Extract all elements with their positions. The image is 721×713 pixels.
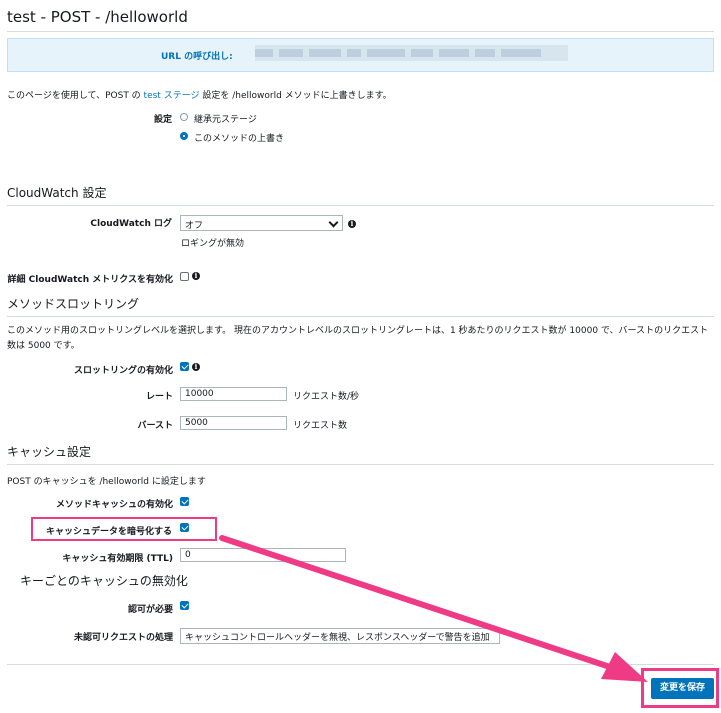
annotation-arrow [219, 535, 648, 682]
arrow-shaft [219, 535, 628, 675]
save-changes-button[interactable]: 変更を保存 [651, 678, 714, 699]
